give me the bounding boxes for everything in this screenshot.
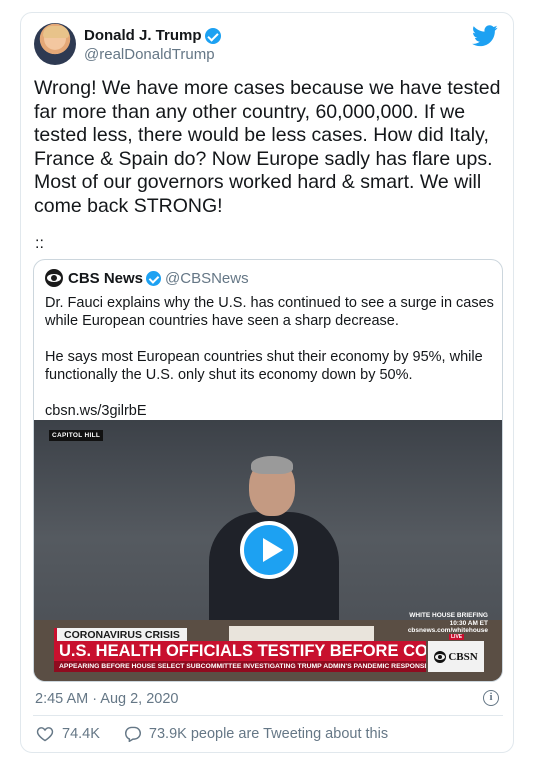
- info-icon[interactable]: i: [483, 690, 499, 706]
- verified-badge-icon: [204, 27, 221, 44]
- quoted-tweet[interactable]: CBS News @CBSNews Dr. Fauci explains why…: [33, 259, 503, 682]
- cbsn-logo-text: CBSN: [448, 650, 478, 663]
- verified-badge-icon: [146, 270, 162, 286]
- avatar[interactable]: [34, 23, 76, 65]
- tweeting-about-link[interactable]: 73.9K people are Tweeting about this: [149, 726, 388, 742]
- crisis-tag: CORONAVIRUS CRISIS: [54, 628, 187, 642]
- video-headline: U.S. HEALTH OFFICIALS TESTIFY BEFORE CON…: [54, 641, 426, 661]
- speech-bubble-icon[interactable]: [124, 726, 142, 742]
- tweet-text: Wrong! We have more cases because we hav…: [34, 77, 506, 217]
- quoted-author-row[interactable]: CBS News @CBSNews: [45, 269, 249, 287]
- cbsn-logo: LIVE CBSN: [428, 634, 484, 672]
- live-badge: LIVE: [449, 634, 465, 640]
- like-count[interactable]: 74.4K: [62, 726, 100, 742]
- video-subheadline: APPEARING BEFORE HOUSE SELECT SUBCOMMITT…: [54, 661, 426, 672]
- quoted-author-name[interactable]: CBS News: [68, 270, 143, 287]
- quoted-tweet-text: Dr. Fauci explains why the U.S. has cont…: [45, 295, 494, 419]
- tweet-trailing-mark: ::: [35, 235, 44, 252]
- author-name-row[interactable]: Donald J. Trump: [84, 27, 221, 44]
- divider: [33, 715, 503, 716]
- video-player[interactable]: CAPITOL HILL WHITE HOUSE BRIEFING 10:30 …: [34, 420, 502, 681]
- author-display-name[interactable]: Donald J. Trump: [84, 27, 202, 44]
- briefing-line: WHITE HOUSE BRIEFING: [409, 612, 488, 619]
- briefing-line: cbsnews.com/whitehouse: [407, 627, 488, 634]
- briefing-overlay: WHITE HOUSE BRIEFING 10:30 AM ET cbsnews…: [408, 612, 488, 635]
- tweet-timestamp[interactable]: 2:45 AM · Aug 2, 2020: [35, 691, 179, 707]
- briefing-line: 10:30 AM ET: [449, 619, 488, 627]
- quoted-avatar[interactable]: [45, 269, 63, 287]
- heart-icon[interactable]: [36, 726, 54, 742]
- cbs-eye-icon: [434, 650, 447, 663]
- tweet-card[interactable]: Donald J. Trump @realDonaldTrump Wrong! …: [20, 12, 514, 753]
- location-tag: CAPITOL HILL: [49, 430, 104, 441]
- twitter-bird-icon[interactable]: [472, 25, 498, 47]
- play-icon[interactable]: [240, 521, 298, 579]
- tweet-actions: 74.4K 73.9K people are Tweeting about th…: [36, 726, 388, 742]
- quoted-author-handle[interactable]: @CBSNews: [165, 270, 249, 287]
- author-handle[interactable]: @realDonaldTrump: [84, 46, 215, 63]
